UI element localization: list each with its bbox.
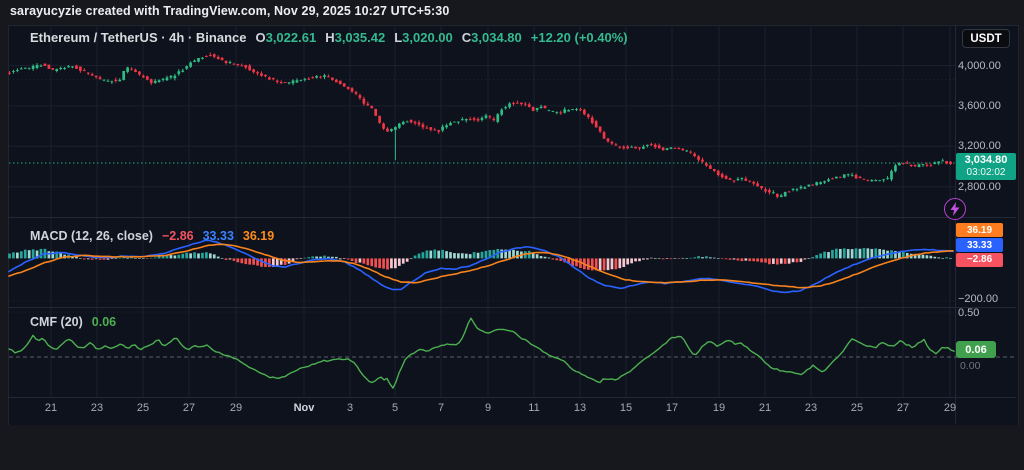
lightning-icon[interactable] xyxy=(944,198,966,220)
time-tick-label: 9 xyxy=(474,402,502,414)
time-tick-label: 21 xyxy=(37,402,65,414)
time-tick-label: 25 xyxy=(129,402,157,414)
cmf-zero-label: 0.00 xyxy=(960,360,980,372)
cmf-badge: 0.06 xyxy=(956,341,996,358)
currency-button[interactable]: USDT xyxy=(962,29,1010,48)
macd-line-value: 33.33 xyxy=(203,229,234,243)
last-price: 3,034.80 xyxy=(956,154,1016,167)
ohlc-low: L3,020.00 xyxy=(394,30,453,45)
cmf-scale-label: 0.50 xyxy=(958,307,979,319)
symbol-title[interactable]: Ethereum / TetherUS · 4h · Binance xyxy=(30,30,246,45)
change-value: +12.20 (+0.40%) xyxy=(531,30,628,45)
macd-line-badge: 33.33 xyxy=(956,238,1003,252)
macd-title: MACD (12, 26, close) xyxy=(30,229,153,243)
lightning-bolt-icon xyxy=(949,202,961,216)
last-price-badge: 3,034.80 03:02:02 xyxy=(956,153,1016,180)
time-tick-label: 7 xyxy=(427,402,455,414)
time-tick-label: 29 xyxy=(222,402,250,414)
time-tick-label: Nov xyxy=(290,402,318,414)
attribution-bar: sarayucyzie created with TradingView.com… xyxy=(10,4,449,18)
time-tick-label: 27 xyxy=(175,402,203,414)
macd-signal-badge: 36.19 xyxy=(956,223,1003,237)
footer-bar: TradingView xyxy=(0,425,1024,470)
price-tick-label: 3,600.00 xyxy=(958,100,1001,112)
time-tick-label: 13 xyxy=(566,402,594,414)
price-tick-label: 4,000.00 xyxy=(958,60,1001,72)
macd-histogram-badge: −2.86 xyxy=(956,253,1003,267)
time-scale[interactable]: 2123252729Nov357911131517192123252729 xyxy=(8,399,955,423)
macd-histogram-value: −2.86 xyxy=(162,229,194,243)
time-tick-label: 29 xyxy=(936,402,964,414)
time-tick-label: 3 xyxy=(336,402,364,414)
time-tick-label: 19 xyxy=(705,402,733,414)
macd-scale-label: −200.00 xyxy=(958,293,998,305)
ohlc-high: H3,035.42 xyxy=(325,30,385,45)
time-tick-label: 23 xyxy=(83,402,111,414)
price-tick-label: 3,200.00 xyxy=(958,140,1001,152)
time-tick-label: 21 xyxy=(751,402,779,414)
time-tick-label: 15 xyxy=(612,402,640,414)
time-tick-label: 27 xyxy=(889,402,917,414)
cmf-legend[interactable]: CMF (20) 0.06 xyxy=(30,315,116,329)
time-tick-label: 17 xyxy=(658,402,686,414)
symbol-legend[interactable]: Ethereum / TetherUS · 4h · Binance O3,02… xyxy=(30,30,628,45)
time-tick-label: 25 xyxy=(843,402,871,414)
cmf-title: CMF (20) xyxy=(30,315,83,329)
time-tick-label: 23 xyxy=(797,402,825,414)
time-tick-label: 11 xyxy=(520,402,548,414)
bar-countdown: 03:02:02 xyxy=(956,167,1016,178)
cmf-value: 0.06 xyxy=(92,315,116,329)
ohlc-close: C3,034.80 xyxy=(462,30,522,45)
macd-legend[interactable]: MACD (12, 26, close) −2.86 33.33 36.19 xyxy=(30,229,274,243)
macd-signal-value: 36.19 xyxy=(243,229,274,243)
time-tick-label: 5 xyxy=(381,402,409,414)
ohlc-open: O3,022.61 xyxy=(255,30,316,45)
price-tick-label: 2,800.00 xyxy=(958,181,1001,193)
